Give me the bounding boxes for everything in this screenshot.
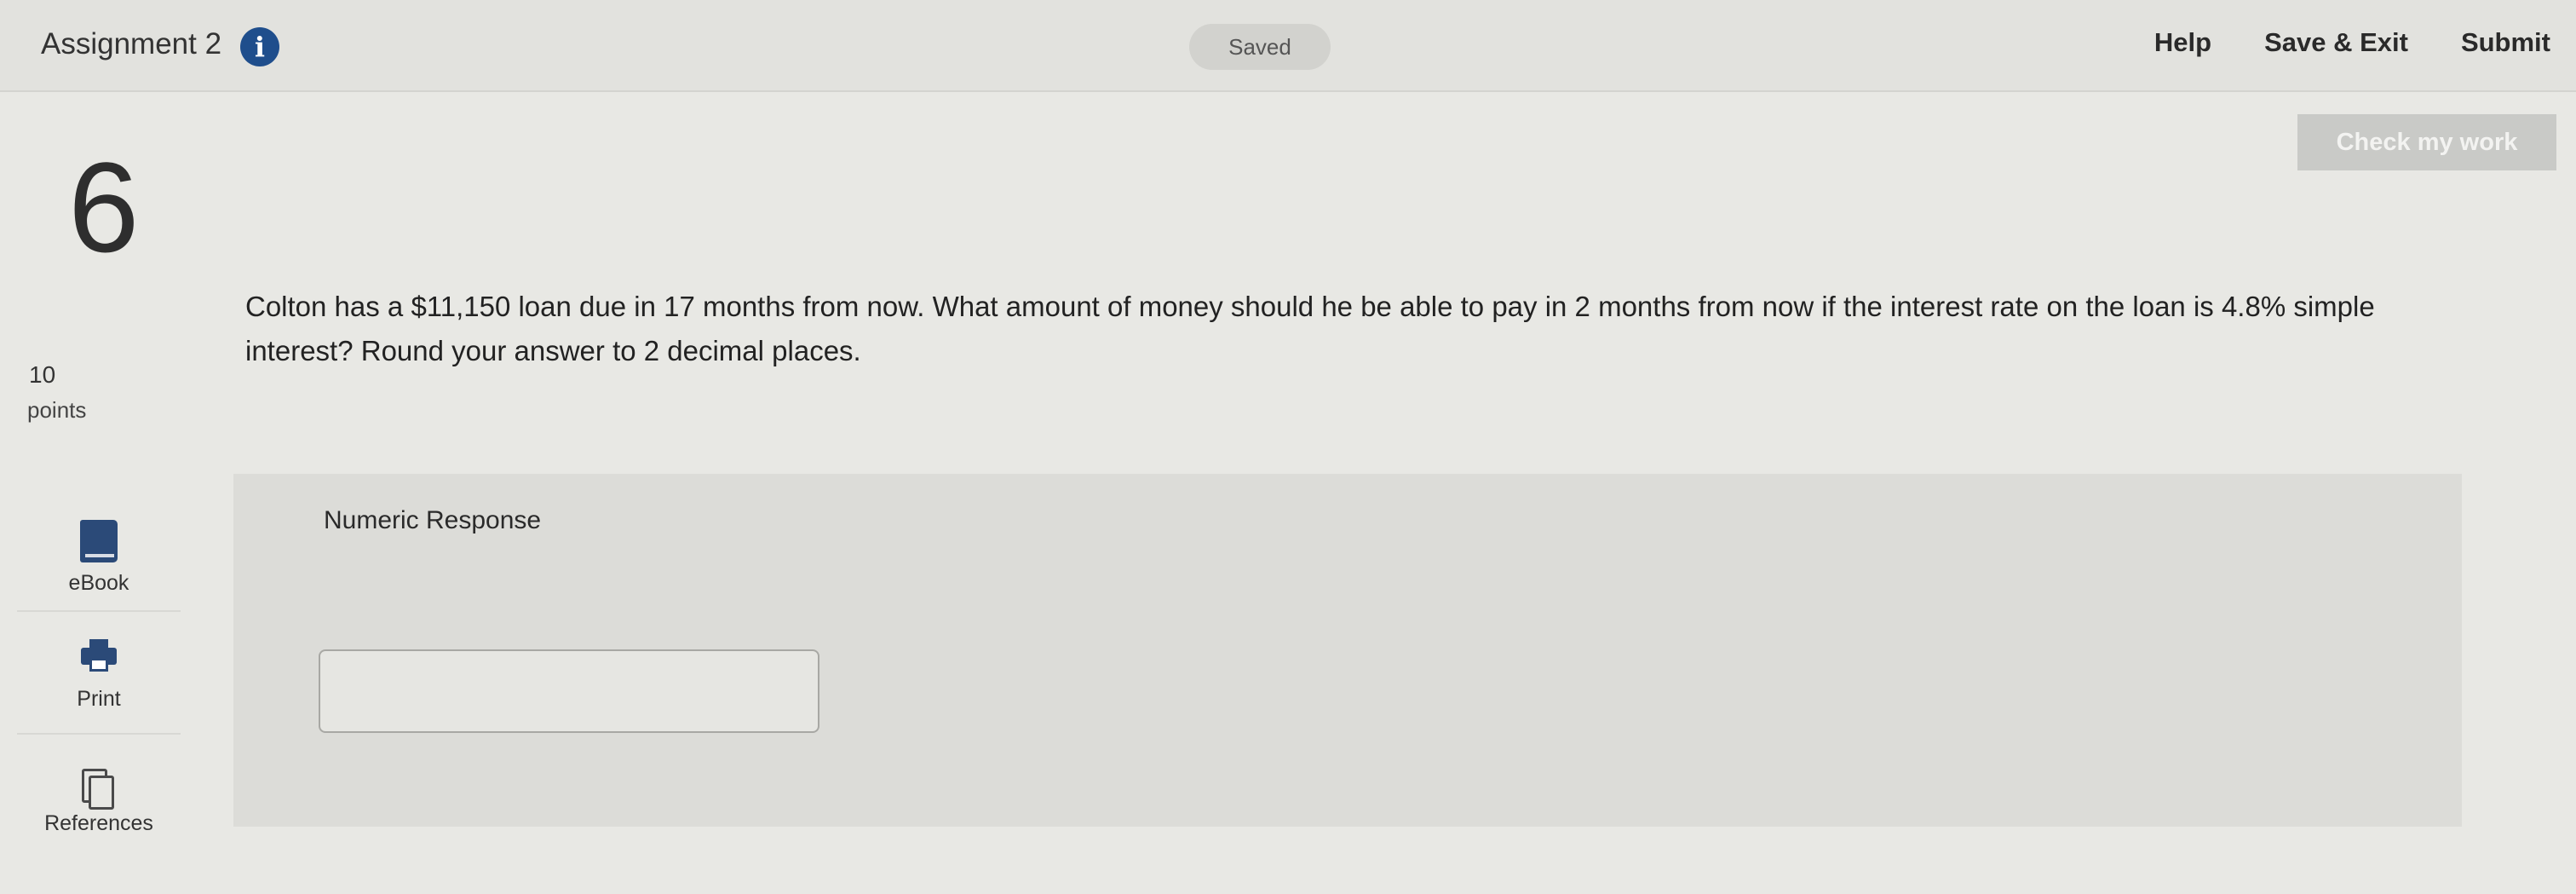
question-number: 6	[68, 136, 140, 279]
printer-icon	[81, 639, 117, 673]
references-icon	[82, 769, 116, 810]
print-tool[interactable]: Print	[17, 614, 181, 735]
saved-status-badge: Saved	[1189, 24, 1331, 70]
book-icon	[80, 520, 118, 562]
points-value: 10	[29, 361, 56, 388]
question-text: Colton has a $11,150 loan due in 17 mont…	[245, 291, 2375, 366]
assignment-page: Assignment 2 i Saved Help Save & Exit Su…	[0, 0, 2576, 894]
references-label: References	[44, 811, 153, 835]
ebook-tool[interactable]: eBook	[17, 491, 181, 612]
answer-input[interactable]	[319, 649, 819, 733]
response-panel: Numeric Response	[233, 474, 2462, 827]
numeric-response-label: Numeric Response	[324, 506, 542, 534]
header-nav: Help Save & Exit Submit	[2154, 27, 2550, 58]
top-header: Assignment 2 i Saved Help Save & Exit Su…	[0, 0, 2576, 92]
points-label: points	[27, 397, 87, 423]
info-icon[interactable]: i	[240, 27, 279, 66]
references-tool[interactable]: References	[17, 738, 181, 859]
help-link[interactable]: Help	[2154, 27, 2211, 58]
print-label: Print	[77, 687, 121, 711]
check-my-work-button[interactable]: Check my work	[2297, 114, 2556, 170]
save-exit-link[interactable]: Save & Exit	[2264, 27, 2408, 58]
assignment-title: Assignment 2	[41, 27, 222, 61]
submit-link[interactable]: Submit	[2461, 27, 2550, 58]
ebook-label: eBook	[68, 571, 129, 595]
